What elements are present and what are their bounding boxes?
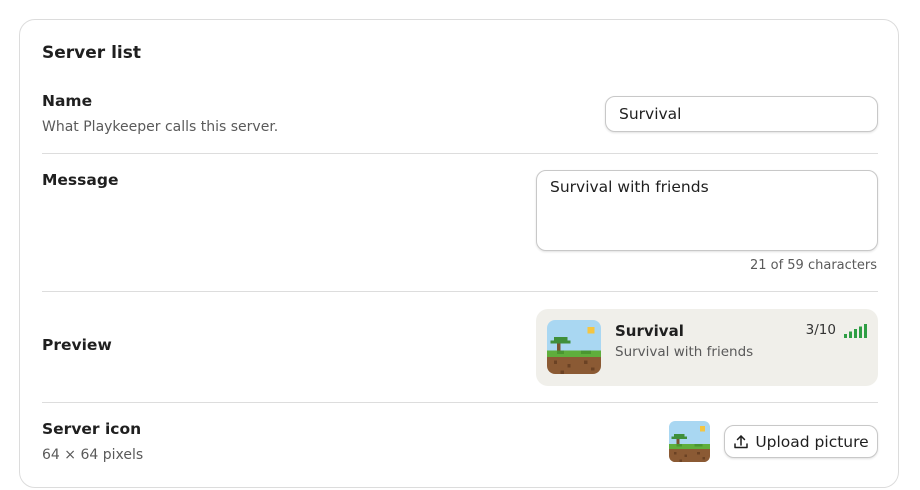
preview-motd: Survival with friends	[615, 344, 754, 360]
message-char-count: 21 of 59 characters	[749, 258, 877, 273]
divider	[42, 291, 878, 292]
name-description: What Playkeeper calls this server.	[42, 119, 279, 135]
server-list-card: Server list Name What Playkeeper calls t…	[19, 19, 899, 488]
server-preview-card: Survival Survival with friends 3/10	[536, 309, 878, 386]
upload-icon	[733, 434, 749, 450]
message-label: Message	[42, 171, 119, 189]
name-label: Name	[42, 92, 93, 110]
server-landscape-icon	[547, 320, 601, 378]
server-icon-label: Server icon	[42, 420, 142, 438]
preview-label: Preview	[42, 336, 112, 354]
divider	[42, 153, 878, 154]
server-landscape-icon	[669, 421, 710, 466]
upload-picture-label: Upload picture	[755, 432, 869, 451]
upload-picture-button[interactable]: Upload picture	[724, 425, 878, 458]
divider	[42, 402, 878, 403]
message-input[interactable]: Survival with friends	[536, 170, 878, 251]
preview-player-count: 3/10	[805, 322, 836, 338]
preview-server-name: Survival	[615, 322, 684, 340]
name-input[interactable]	[605, 96, 878, 132]
signal-bars-icon	[844, 323, 867, 342]
card-title: Server list	[42, 43, 141, 63]
server-icon-description: 64 × 64 pixels	[42, 447, 144, 463]
